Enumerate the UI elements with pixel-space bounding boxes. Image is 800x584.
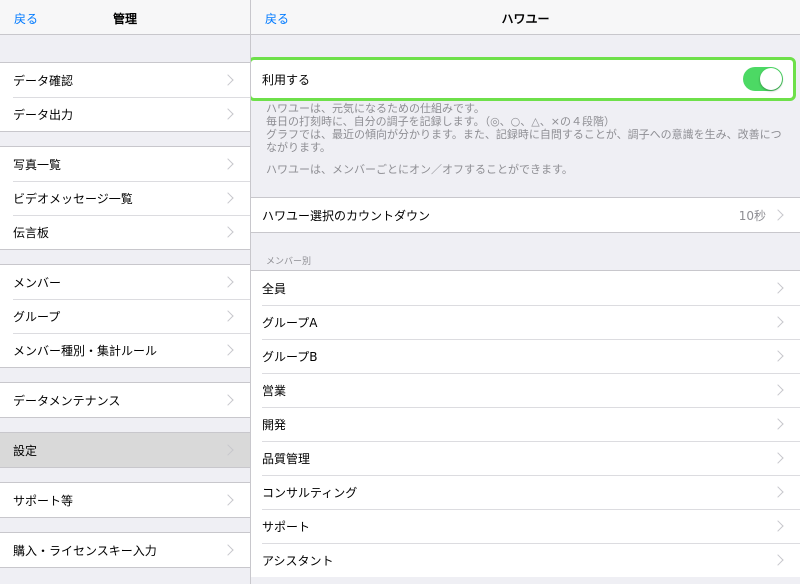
description-line: ハワユーは、元気になるための仕組みです。 — [266, 102, 485, 115]
member-row-group-b[interactable]: グループB — [251, 339, 800, 373]
countdown-group: ハワユー選択のカウントダウン 10秒 — [251, 197, 800, 233]
description-line: グラフでは、最近の傾向が分かります。また、記録時に自問することが、調子への意識を… — [266, 128, 782, 154]
menu-item-label: サポート等 — [13, 493, 74, 508]
chevron-right-icon — [222, 108, 234, 120]
chevron-right-icon — [222, 192, 234, 204]
countdown-value: 10秒 — [738, 208, 766, 223]
member-row-label: アシスタント — [262, 553, 334, 568]
countdown-row[interactable]: ハワユー選択のカウントダウン 10秒 — [251, 198, 800, 232]
member-row-assistant[interactable]: アシスタント — [251, 543, 800, 577]
menu-item-label: メンバー種別・集計ルール — [13, 343, 158, 358]
back-button[interactable]: 戻る — [265, 10, 289, 27]
menu-item-label: 伝言板 — [13, 225, 50, 240]
master-pane: 戻る 管理 データ確認 データ出力 写真一覧 ビデオメッセージ一覧 伝言板 メン… — [0, 0, 250, 584]
master-navbar: 戻る 管理 — [0, 0, 250, 35]
switch-knob — [760, 68, 782, 90]
menu-group-members: メンバー グループ メンバー種別・集計ルール — [0, 264, 250, 368]
member-row-support[interactable]: サポート — [251, 509, 800, 543]
member-section-header: メンバー別 — [266, 257, 312, 267]
member-row-sales[interactable]: 営業 — [251, 373, 800, 407]
chevron-right-icon — [222, 444, 234, 456]
chevron-right-icon — [222, 74, 234, 86]
chevron-right-icon — [222, 344, 234, 356]
menu-item-settings[interactable]: 設定 — [0, 433, 250, 467]
menu-item-label: データ出力 — [13, 107, 74, 122]
menu-group-purchase: 購入・ライセンスキー入力 — [0, 532, 250, 568]
chevron-right-icon — [772, 384, 784, 396]
detail-title: ハワユー — [501, 12, 550, 26]
chevron-right-icon — [772, 554, 784, 566]
menu-item-label: 購入・ライセンスキー入力 — [13, 543, 157, 558]
back-button[interactable]: 戻る — [14, 10, 38, 27]
chevron-right-icon — [772, 316, 784, 328]
menu-item-data-maintenance[interactable]: データメンテナンス — [0, 383, 250, 417]
menu-group-support: サポート等 — [0, 482, 250, 518]
chevron-right-icon — [222, 544, 234, 556]
member-row-development[interactable]: 開発 — [251, 407, 800, 441]
menu-item-label: 設定 — [13, 443, 38, 458]
member-row-label: コンサルティング — [262, 485, 358, 500]
chevron-right-icon — [222, 276, 234, 288]
menu-item-member-types[interactable]: メンバー種別・集計ルール — [0, 333, 250, 367]
member-row-consulting[interactable]: コンサルティング — [251, 475, 800, 509]
chevron-right-icon — [222, 226, 234, 238]
menu-item-video-messages[interactable]: ビデオメッセージ一覧 — [0, 181, 250, 215]
description-line: 毎日の打刻時に、自分の調子を記録します。（◎、○、△、×の４段階） — [266, 115, 615, 128]
menu-group-maintenance: データメンテナンス — [0, 382, 250, 418]
menu-item-purchase-license[interactable]: 購入・ライセンスキー入力 — [0, 533, 250, 567]
menu-group-settings: 設定 — [0, 432, 250, 468]
chevron-right-icon — [772, 282, 784, 294]
chevron-right-icon — [222, 494, 234, 506]
enable-hawayu-row[interactable]: 利用する — [251, 57, 796, 101]
menu-item-members[interactable]: メンバー — [0, 265, 250, 299]
menu-group-data: データ確認 データ出力 — [0, 62, 250, 132]
member-row-label: グループB — [262, 349, 318, 364]
chevron-right-icon — [222, 310, 234, 322]
menu-item-label: 写真一覧 — [13, 157, 62, 172]
enable-hawayu-switch[interactable] — [743, 67, 783, 91]
hawayu-description: ハワユーは、元気になるための仕組みです。 毎日の打刻時に、自分の調子を記録します… — [266, 102, 784, 176]
member-row-group-a[interactable]: グループA — [251, 305, 800, 339]
menu-item-label: データ確認 — [13, 73, 74, 88]
chevron-right-icon — [222, 394, 234, 406]
chevron-right-icon — [772, 520, 784, 532]
enable-hawayu-label: 利用する — [262, 72, 311, 87]
chevron-right-icon — [772, 486, 784, 498]
member-row-label: サポート — [262, 519, 311, 534]
chevron-right-icon — [222, 158, 234, 170]
chevron-right-icon — [772, 418, 784, 430]
detail-navbar: 戻る ハワユー — [251, 0, 800, 35]
countdown-label: ハワユー選択のカウントダウン — [262, 208, 431, 223]
member-row-label: 営業 — [262, 383, 287, 398]
menu-item-photos[interactable]: 写真一覧 — [0, 147, 250, 181]
member-row-quality[interactable]: 品質管理 — [251, 441, 800, 475]
description-note: ハワユーは、メンバーごとにオン／オフすることができます。 — [266, 163, 573, 176]
chevron-right-icon — [772, 209, 784, 221]
menu-item-label: グループ — [13, 309, 61, 324]
menu-item-label: データメンテナンス — [13, 393, 121, 408]
member-row-label: グループA — [262, 315, 318, 330]
member-row-label: 開発 — [262, 417, 287, 432]
member-row-label: 品質管理 — [262, 451, 311, 466]
detail-pane: 戻る ハワユー 利用する ハワユーは、元気になるための仕組みです。 毎日の打刻時… — [251, 0, 800, 584]
menu-item-data-export[interactable]: データ出力 — [0, 97, 250, 131]
chevron-right-icon — [772, 350, 784, 362]
member-list: 全員 グループA グループB 営業 開発 品質管理 コンサルティング サポート — [251, 270, 800, 577]
menu-item-data-check[interactable]: データ確認 — [0, 63, 250, 97]
menu-group-media: 写真一覧 ビデオメッセージ一覧 伝言板 — [0, 146, 250, 250]
menu-item-support[interactable]: サポート等 — [0, 483, 250, 517]
menu-item-message-board[interactable]: 伝言板 — [0, 215, 250, 249]
menu-item-groups[interactable]: グループ — [0, 299, 250, 333]
menu-item-label: メンバー — [13, 275, 62, 290]
member-row-label: 全員 — [262, 281, 287, 296]
member-row-all[interactable]: 全員 — [251, 271, 800, 305]
chevron-right-icon — [772, 452, 784, 464]
menu-item-label: ビデオメッセージ一覧 — [13, 191, 133, 206]
